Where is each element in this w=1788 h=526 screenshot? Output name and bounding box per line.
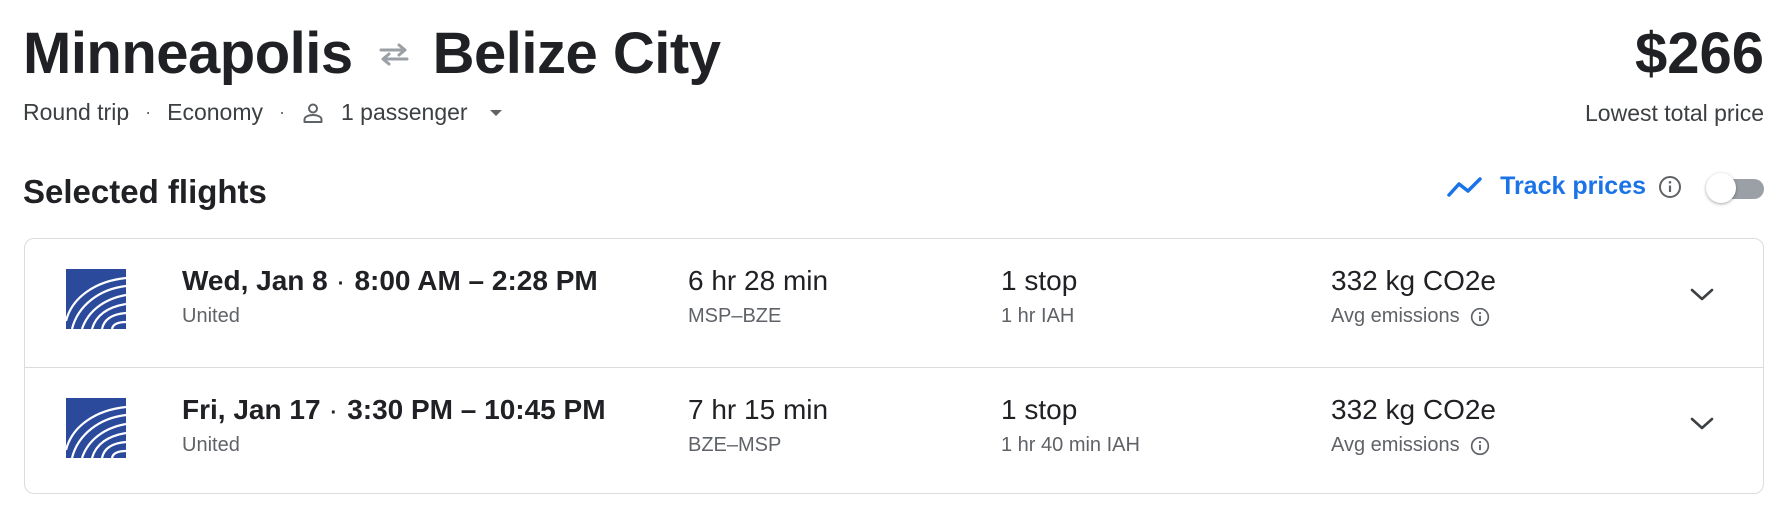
emissions-value: 332 kg CO2e xyxy=(1331,265,1496,296)
trip-options: Round trip · Economy · 1 passenger xyxy=(23,99,504,126)
emissions-caption: Avg emissions xyxy=(1331,434,1496,457)
destination-city: Belize City xyxy=(432,21,721,86)
flight-times: Fri, Jan 17 · 3:30 PM – 10:45 PM United xyxy=(182,394,606,457)
stop-count: 1 stop xyxy=(1001,394,1078,425)
flight-route-codes: MSP–BZE xyxy=(688,305,782,327)
separator-dot: · xyxy=(337,273,345,295)
info-icon[interactable] xyxy=(1658,175,1682,199)
person-icon xyxy=(301,101,325,125)
info-icon[interactable] xyxy=(1470,436,1490,456)
flight-duration-block: 6 hr 28 min MSP–BZE xyxy=(688,265,828,328)
swap-arrows-icon xyxy=(377,42,411,66)
stop-count: 1 stop xyxy=(1001,265,1078,296)
flight-row-outbound[interactable]: Wed, Jan 8 · 8:00 AM – 2:28 PM United 6 hr… xyxy=(25,239,1763,366)
flight-row-return[interactable]: Fri, Jan 17 · 3:30 PM – 10:45 PM United 7 … xyxy=(25,367,1763,495)
emissions-block: 332 kg CO2e Avg emissions xyxy=(1331,265,1496,328)
separator-dot: · xyxy=(279,102,285,122)
flight-summary-page: Minneapolis Belize City $266 Lowest tota… xyxy=(0,0,1788,526)
route-title: Minneapolis Belize City xyxy=(23,20,721,87)
passenger-count[interactable]: 1 passenger xyxy=(341,99,468,126)
united-airlines-logo-icon xyxy=(64,269,127,330)
flight-date-time: Fri, Jan 17 · 3:30 PM – 10:45 PM xyxy=(182,394,606,426)
dropdown-caret-icon[interactable] xyxy=(488,108,504,118)
track-prices-toggle[interactable] xyxy=(1706,172,1764,203)
selected-flights-title: Selected flights xyxy=(23,173,267,210)
emissions-label: Avg emissions xyxy=(1331,434,1460,456)
info-icon[interactable] xyxy=(1470,307,1490,327)
flight-duration-block: 7 hr 15 min BZE–MSP xyxy=(688,394,828,457)
emissions-value: 332 kg CO2e xyxy=(1331,394,1496,425)
flight-stops-block: 1 stop 1 hr IAH xyxy=(1001,265,1077,328)
separator-dot: · xyxy=(330,402,338,424)
trip-type: Round trip xyxy=(23,99,130,125)
selected-flights-card: Wed, Jan 8 · 8:00 AM – 2:28 PM United 6 hr… xyxy=(24,238,1764,494)
expand-chevron-icon[interactable] xyxy=(1689,287,1715,303)
track-prices-label[interactable]: Track prices xyxy=(1500,172,1646,201)
cabin-class: Economy xyxy=(167,99,263,125)
track-prices-control[interactable]: Track prices xyxy=(1446,172,1764,203)
flight-stops-block: 1 stop 1 hr 40 min IAH xyxy=(1001,394,1140,457)
flight-duration: 6 hr 28 min xyxy=(688,265,829,296)
trend-line-icon xyxy=(1446,175,1484,199)
airline-name: United xyxy=(182,305,240,327)
flight-route-codes: BZE–MSP xyxy=(688,434,782,456)
price-caption: Lowest total price xyxy=(1585,100,1764,126)
united-airlines-logo-icon xyxy=(64,398,127,459)
flight-duration: 7 hr 15 min xyxy=(688,394,829,425)
emissions-block: 332 kg CO2e Avg emissions xyxy=(1331,394,1496,457)
airline-name: United xyxy=(182,434,240,456)
total-price: $266 xyxy=(1634,21,1764,86)
emissions-caption: Avg emissions xyxy=(1331,305,1496,328)
flight-date: Wed, Jan 8 xyxy=(182,265,328,296)
flight-times: Wed, Jan 8 · 8:00 AM – 2:28 PM United xyxy=(182,265,598,328)
origin-city: Minneapolis xyxy=(23,21,353,86)
emissions-label: Avg emissions xyxy=(1331,305,1460,327)
layover-info: 1 hr IAH xyxy=(1001,305,1075,327)
layover-info: 1 hr 40 min IAH xyxy=(1001,434,1140,456)
flight-time-range: 8:00 AM – 2:28 PM xyxy=(354,265,598,296)
flight-time-range: 3:30 PM – 10:45 PM xyxy=(347,394,606,425)
toggle-knob xyxy=(1706,172,1736,203)
separator-dot: · xyxy=(145,102,152,122)
flight-date-time: Wed, Jan 8 · 8:00 AM – 2:28 PM xyxy=(182,265,598,297)
flight-date: Fri, Jan 17 xyxy=(182,394,321,425)
expand-chevron-icon[interactable] xyxy=(1689,416,1715,432)
